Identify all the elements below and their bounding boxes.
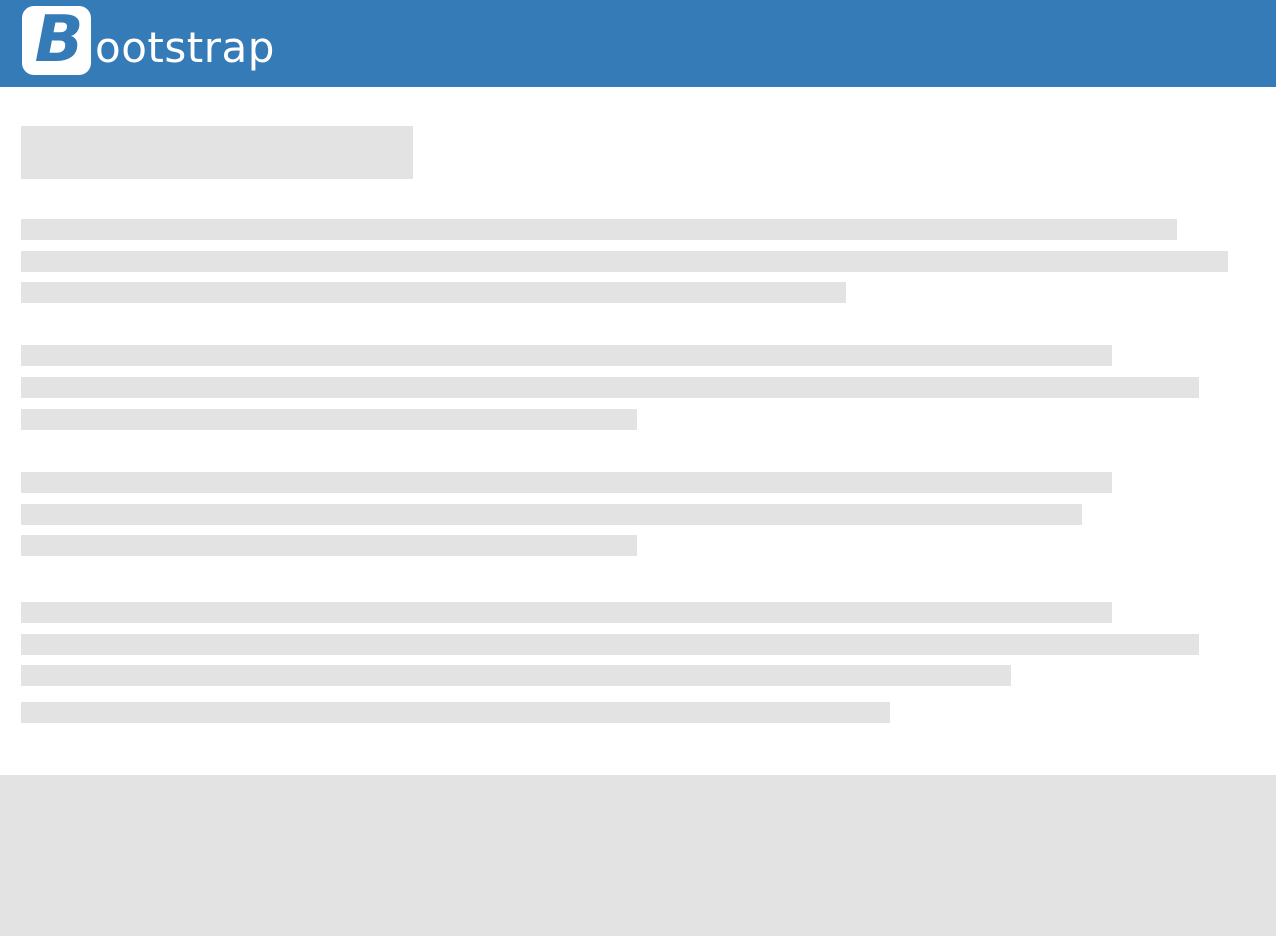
text-line-placeholder: [21, 702, 890, 723]
text-line-placeholder: [21, 345, 1112, 366]
text-line-placeholder: [21, 634, 1199, 655]
bootstrap-logo[interactable]: B ootstrap: [22, 3, 275, 81]
logo-mark-icon: B: [22, 3, 91, 77]
site-header: B ootstrap: [0, 0, 1276, 87]
text-line-placeholder: [21, 602, 1112, 623]
text-line-placeholder: [21, 409, 637, 430]
text-line-placeholder: [21, 504, 1082, 525]
text-line-placeholder: [21, 377, 1199, 398]
text-line-placeholder: [21, 665, 1011, 686]
text-line-placeholder: [21, 219, 1177, 240]
text-line-placeholder: [21, 472, 1112, 493]
heading-placeholder: [21, 126, 413, 179]
text-line-placeholder: [21, 282, 846, 303]
text-line-placeholder: [21, 535, 637, 556]
footer-placeholder: [0, 775, 1276, 936]
logo-mark-letter: B: [34, 3, 84, 77]
logo-wordmark: ootstrap: [95, 23, 275, 72]
text-line-placeholder: [21, 251, 1228, 272]
